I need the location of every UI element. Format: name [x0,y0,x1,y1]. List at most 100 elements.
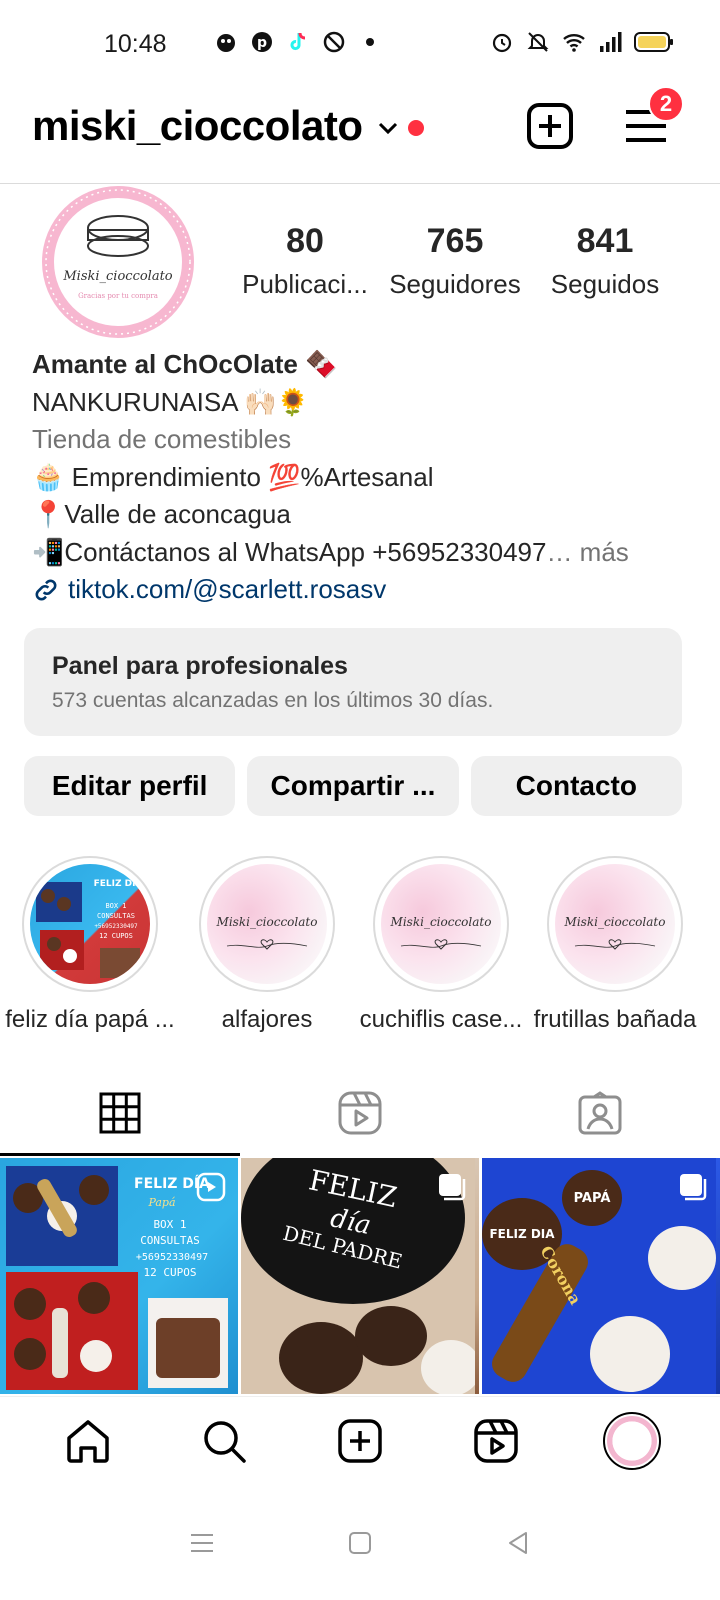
profile-avatar[interactable]: Miski_cioccolato Gracias por tu compra [40,184,196,340]
post1-line: BOX 1 [153,1218,186,1231]
bio-link[interactable]: tiktok.com/@scarlett.rosasv [32,571,692,609]
search-icon [204,1420,246,1463]
reel-badge-icon [196,1172,226,1202]
signal-icon [600,32,622,52]
posts-label: Publicaci... [242,269,368,299]
dot-icon [366,38,374,46]
highlight-thumb-line: BOX 1 [105,902,126,910]
create-post-button[interactable] [526,102,574,150]
profile-avatar-small [603,1411,661,1470]
highlight-logo-text: Miski_cioccolato [390,915,492,929]
highlight-logo: Miski_cioccolato [390,915,492,950]
following-label: Seguidos [550,269,660,299]
unread-dot [408,120,424,136]
highlight-thumb-title: FELIZ DÍA [94,877,143,889]
share-profile-button[interactable]: Compartir ... [247,756,459,816]
professional-dashboard[interactable]: Panel para profesionales 573 cuentas alc… [24,628,682,736]
profile-stats: 80 Publicaci... 765 Seguidores 841 Segui… [230,222,680,300]
grid-tab[interactable] [0,1070,240,1156]
highlight-cover[interactable]: FELIZ DÍA BOX 1 CONSULTAS +56952330497 1… [22,856,158,992]
post1-line: 12 CUPOS [144,1266,197,1279]
post1-line: +56952330497 [136,1252,208,1263]
recents-icon[interactable] [188,1529,216,1557]
pinterest-icon: p [252,32,272,52]
carousel-badge-icon [439,1174,466,1201]
wifi-icon [563,34,585,52]
highlight-thumb-line: +56952330497 [94,923,138,930]
highlight-cover[interactable]: Miski_cioccolato [547,856,683,992]
followers-count: 765 [426,222,484,260]
blocked-icon [323,31,345,53]
home-button-icon[interactable] [346,1529,374,1557]
grid-icon [99,1092,141,1134]
highlight-logo-text: Miski_cioccolato [216,915,318,929]
battery-icon [634,32,673,52]
highlight-logo: Miski_cioccolato [564,915,666,950]
pro-panel-title: Panel para profesionales [52,652,348,680]
alarm-icon [492,33,512,53]
posts-stat[interactable]: 80 Publicaci... [230,222,380,300]
posts-grid: FELIZ DÍA Papá BOX 1 CONSULTAS +56952330… [0,1158,720,1394]
status-right-icons [490,30,674,54]
bio-category: Tienda de comestibles [32,424,292,454]
nav-reels[interactable] [466,1411,526,1471]
avatar-logo-text: Miski_cioccolato [62,269,172,284]
pro-panel-subtitle: 573 cuentas alcanzadas en los últimos 30… [52,689,494,712]
back-icon[interactable] [504,1529,532,1557]
username-title[interactable]: miski_cioccolato [32,102,363,150]
bio-line: 📍Valle de aconcagua [32,499,291,529]
bio-contact-line: 📲Contáctanos al WhatsApp +56952330497… m… [32,534,692,572]
post1-subtitle: Papá [147,1196,175,1209]
profile-header: miski_cioccolato 2 [0,86,720,184]
contact-button[interactable]: Contacto [470,756,682,816]
bio-whatsapp: 📲Contáctanos al WhatsApp +56952330497 [32,536,547,567]
nav-search[interactable] [194,1411,254,1471]
carousel-badge-icon [680,1174,707,1201]
post-thumbnail[interactable]: FELIZ día DEL PADRE [241,1158,479,1394]
highlight-cover[interactable]: Miski_cioccolato [373,856,509,992]
profile-bio: Amante al ChOcOlate 🍫 NANKURUNAISA 🙌🏻🌻 T… [32,346,692,609]
edit-profile-button[interactable]: Editar perfil [24,756,236,816]
highlight-thumbnail: FELIZ DÍA BOX 1 CONSULTAS +56952330497 1… [36,877,143,978]
nav-profile[interactable] [602,1411,662,1471]
nav-home[interactable] [58,1411,118,1471]
status-left-icons: p [214,30,382,54]
tagged-tab[interactable] [480,1070,720,1156]
reels-tab[interactable] [240,1070,480,1156]
svg-text:p: p [257,35,267,51]
bio-line: NANKURUNAISA 🙌🏻🌻 [32,386,310,417]
chevron-down-icon[interactable] [376,116,400,140]
post-thumbnail[interactable]: FELIZ DÍA Papá BOX 1 CONSULTAS +56952330… [0,1158,238,1394]
highlight-logo-text: Miski_cioccolato [564,915,666,929]
link-icon [35,579,57,601]
highlight-label: feliz día papá ... [5,1006,175,1033]
post-thumbnail[interactable]: FELIZ DIA PAPÁ Corona [482,1158,720,1394]
bio-name: Amante al ChOcOlate 🍫 [32,349,338,379]
bio-link-text[interactable]: tiktok.com/@scarlett.rosasv [68,571,386,609]
highlight-item[interactable]: Miski_cioccolato cuchiflis case... [354,856,528,1034]
profile-actions: Editar perfil Compartir ... Contacto [24,756,682,816]
app-icon [217,34,235,52]
system-navigation-bar [0,1486,720,1600]
reels-icon [338,1091,382,1135]
highlight-item[interactable]: Miski_cioccolato frutillas bañada [528,856,702,1034]
story-highlights: FELIZ DÍA BOX 1 CONSULTAS +56952330497 1… [0,856,720,1034]
following-stat[interactable]: 841 Seguidos [530,222,680,300]
highlight-label: alfajores [221,1006,313,1033]
notification-badge: 2 [648,86,684,122]
tagged-icon [578,1091,622,1135]
nav-create[interactable] [330,1411,390,1471]
highlight-label: cuchiflis case... [359,1006,523,1033]
highlight-item[interactable]: Miski_cioccolato alfajores [180,856,354,1034]
post1-line: CONSULTAS [140,1234,200,1247]
bottom-navigation [0,1396,720,1484]
highlight-item[interactable]: FELIZ DÍA BOX 1 CONSULTAS +56952330497 1… [0,856,180,1034]
more-link[interactable]: … más [546,537,628,567]
post3-word: FELIZ DIA [489,1227,555,1241]
highlight-cover[interactable]: Miski_cioccolato [199,856,335,992]
reels-icon [474,1418,518,1463]
post3-word: PAPÁ [574,1190,611,1206]
highlight-label: frutillas bañada [533,1006,697,1033]
status-bar: 10:48 p [0,0,720,88]
followers-stat[interactable]: 765 Seguidores [380,222,530,300]
